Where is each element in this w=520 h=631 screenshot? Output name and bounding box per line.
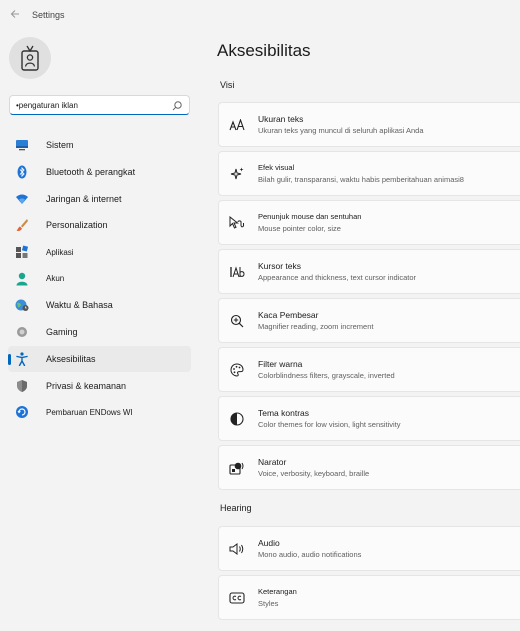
card-title: Audio: [258, 538, 280, 548]
sidebar-item-accessibility[interactable]: Aksesibilitas: [8, 345, 191, 373]
card-subtitle: Colorblindness filters, grayscale, inver…: [258, 371, 395, 380]
narrator-icon: [229, 460, 245, 476]
card-captions[interactable]: Keterangan Styles: [218, 575, 520, 620]
section-title-hearing: Hearing: [220, 503, 252, 513]
card-subtitle: Mono audio, audio notifications: [258, 550, 362, 559]
card-subtitle: Styles: [258, 599, 279, 608]
card-audio[interactable]: Audio Mono audio, audio notifications: [218, 526, 520, 571]
sidebar-item-privacy[interactable]: Privasi & keamanan: [8, 372, 191, 399]
sidebar-item-label: Personalization: [46, 220, 108, 231]
card-title: Penunjuk mouse dan sentuhan: [258, 212, 362, 221]
sidebar-item-sistem[interactable]: Sistem: [8, 132, 191, 159]
badge-person-icon: [21, 45, 39, 71]
card-subtitle: Color themes for low vision, light sensi…: [258, 420, 401, 429]
card-subtitle: Appearance and thickness, text cursor in…: [258, 273, 417, 282]
search-input[interactable]: [16, 98, 166, 112]
captions-icon: [229, 590, 245, 606]
card-mouse-pointer[interactable]: Penunjuk mouse dan sentuhan Mouse pointe…: [218, 200, 520, 245]
gamepad-icon: [15, 325, 29, 339]
sidebar-item-label: Privasi & keamanan: [46, 380, 127, 391]
sidebar-item-time-language[interactable]: Waktu & Bahasa: [8, 292, 191, 319]
title-bar: Settings: [0, 0, 520, 32]
card-contrast-themes[interactable]: Tema kontras Color themes for low vision…: [218, 396, 520, 441]
sidebar-item-gaming[interactable]: Gaming: [8, 319, 191, 346]
globe-clock-icon: [15, 298, 29, 312]
card-color-filters[interactable]: Filter warna Colorblindness filters, gra…: [218, 347, 520, 392]
card-subtitle: Magnifier reading, zoom increment: [258, 322, 374, 331]
color-palette-icon: [229, 362, 245, 378]
sidebar-item-label: Sistem: [46, 140, 74, 151]
sidebar-item-label: Bluetooth & perangkat: [46, 167, 136, 178]
windows-update-icon: [15, 405, 29, 419]
search-icon[interactable]: [171, 99, 183, 111]
card-title: Tema kontras: [258, 408, 310, 418]
card-subtitle: Ukuran teks yang muncul di seluruh aplik…: [258, 126, 424, 135]
card-visual-effects[interactable]: Efek visual Bilah gulir, transparansi, w…: [218, 151, 520, 196]
card-subtitle: Bilah gulir, transparansi, waktu habis p…: [258, 175, 464, 184]
section-title-visi: Visi: [220, 80, 235, 90]
sparkle-icon: [229, 166, 245, 182]
sidebar-item-label: Aplikasi: [46, 247, 74, 257]
text-cursor-icon: [229, 264, 245, 280]
sidebar-nav: Sistem Bluetooth & perangkat Jaringan & …: [8, 132, 191, 426]
back-button[interactable]: [8, 8, 22, 22]
app-title: Settings: [32, 10, 65, 20]
card-text-cursor[interactable]: Kursor teks Appearance and thickness, te…: [218, 249, 520, 294]
magnifier-icon: [229, 313, 245, 329]
sidebar-item-label: Jaringan & internet: [46, 193, 122, 204]
sidebar-item-apps[interactable]: Aplikasi: [8, 239, 191, 266]
card-title: Narator: [258, 457, 287, 467]
brush-icon: [15, 218, 29, 232]
card-title: Efek visual: [258, 163, 295, 172]
speaker-icon: [229, 541, 245, 557]
page-title: Aksesibilitas: [217, 41, 311, 60]
sidebar-item-windows-update[interactable]: Pembaruan ENDows WI: [8, 399, 191, 426]
card-narrator[interactable]: Narator Voice, verbosity, keyboard, brai…: [218, 445, 520, 490]
person-icon: [15, 272, 29, 286]
mouse-pointer-icon: [229, 215, 245, 231]
sidebar-item-label: Pembaruan ENDows WI: [46, 407, 133, 417]
accessibility-icon: [15, 352, 29, 366]
card-text-size[interactable]: Ukuran teks Ukuran teks yang muncul di s…: [218, 102, 520, 147]
sidebar-item-label: Waktu & Bahasa: [46, 300, 113, 311]
bluetooth-icon: [15, 165, 29, 179]
sidebar-item-label: Akun: [46, 274, 65, 284]
sidebar-item-label: Gaming: [46, 327, 78, 338]
card-title: Kursor teks: [258, 261, 301, 271]
card-title: Ukuran teks: [258, 114, 304, 124]
contrast-icon: [229, 411, 245, 427]
sidebar-item-personalization[interactable]: Personalization: [8, 212, 191, 239]
card-magnifier[interactable]: Kaca Pembesar Magnifier reading, zoom in…: [218, 298, 520, 343]
card-title: Kaca Pembesar: [258, 310, 319, 320]
wifi-icon: [15, 192, 29, 206]
card-subtitle: Voice, verbosity, keyboard, braille: [258, 469, 370, 478]
card-title: Filter warna: [258, 359, 303, 369]
shield-icon: [15, 379, 29, 393]
settings-search[interactable]: [9, 95, 190, 115]
sidebar-item-label: Aksesibilitas: [46, 353, 96, 364]
sidebar-item-network[interactable]: Jaringan & internet: [8, 185, 191, 212]
sidebar-item-account[interactable]: Akun: [8, 265, 191, 292]
text-size-icon: [229, 117, 245, 133]
apps-icon: [15, 245, 29, 259]
arrow-left-icon: [10, 10, 19, 18]
monitor-icon: [15, 138, 29, 152]
avatar[interactable]: [9, 37, 51, 79]
card-subtitle: Mouse pointer color, size: [258, 224, 341, 233]
card-title: Keterangan: [258, 587, 297, 596]
sidebar-item-bluetooth[interactable]: Bluetooth & perangkat: [8, 159, 191, 186]
